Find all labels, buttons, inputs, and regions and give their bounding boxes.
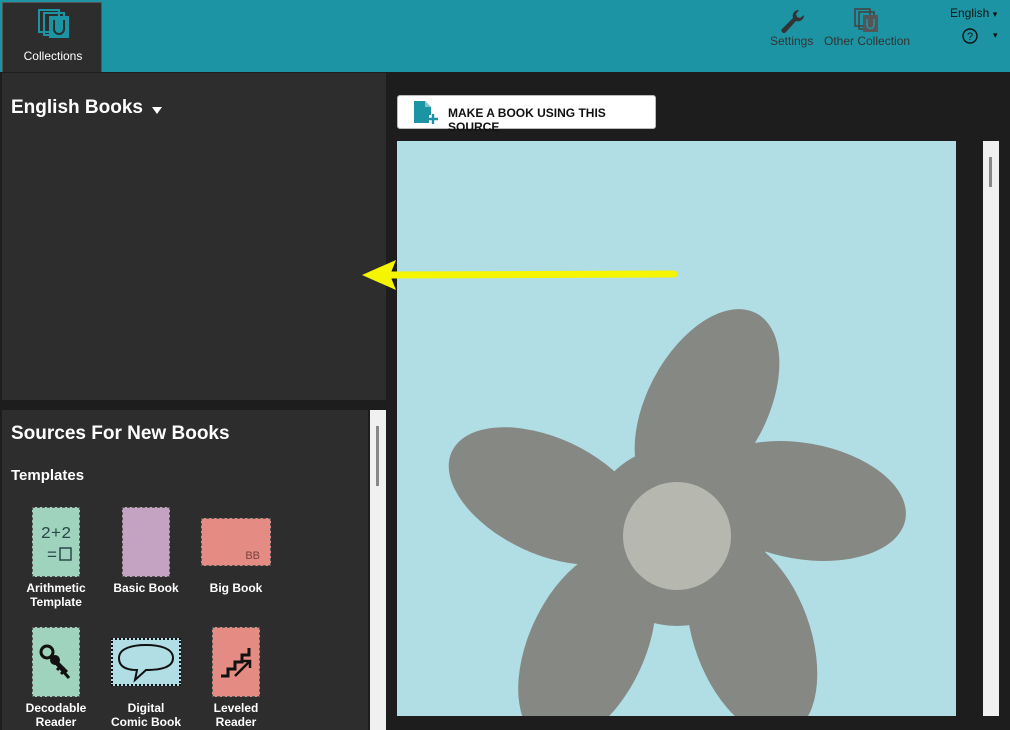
- collection-pane: English Books: [2, 73, 386, 400]
- template-label: Leveled Reader: [191, 701, 281, 729]
- help-chevron-down-icon[interactable]: ▾: [993, 30, 998, 41]
- template-label-line2: Reader: [215, 715, 257, 729]
- scrollbar-thumb[interactable]: [989, 157, 992, 187]
- svg-text:2+2: 2+2: [41, 525, 72, 544]
- tab-collections-label: Collections: [23, 49, 83, 63]
- language-selector[interactable]: English ▾: [950, 6, 997, 20]
- template-label: Basic Book: [101, 581, 191, 595]
- template-big-book[interactable]: BB Big Book: [191, 507, 281, 595]
- template-arithmetic[interactable]: 2+2 = Arithmetic Template: [11, 507, 101, 609]
- flower-image: [448, 309, 906, 716]
- templates-heading: Templates: [11, 467, 85, 484]
- chevron-down-icon: ▾: [992, 9, 998, 19]
- template-label: Arithmetic Template: [11, 581, 101, 609]
- tab-collections[interactable]: Collections: [2, 2, 102, 72]
- template-thumbnail: [32, 627, 80, 697]
- wrench-icon: [781, 9, 804, 33]
- stairs-icon: [221, 648, 252, 678]
- template-label-line1: Big Book: [209, 581, 263, 595]
- template-label-line1: Arithmetic: [26, 581, 86, 595]
- scrollbar-thumb[interactable]: [376, 426, 379, 486]
- template-decodable-reader[interactable]: Decodable Reader: [11, 627, 101, 729]
- template-label: Decodable Reader: [11, 701, 101, 729]
- template-label-line1: Digital: [127, 701, 165, 715]
- pane-splitter[interactable]: [2, 400, 388, 410]
- template-thumbnail: 2+2 =: [32, 507, 80, 577]
- svg-text:=: =: [47, 547, 57, 566]
- template-basic-book[interactable]: Basic Book: [101, 507, 191, 595]
- collections-icon: [38, 9, 69, 38]
- template-label-line2: Reader: [35, 715, 77, 729]
- settings-button[interactable]: Settings: [770, 8, 813, 48]
- template-thumbnail: BB: [201, 518, 271, 566]
- template-digital-comic-book[interactable]: Digital Comic Book: [101, 627, 191, 729]
- annotation-arrow: [362, 260, 678, 290]
- svg-text:?: ?: [967, 31, 973, 43]
- template-label: Big Book: [191, 581, 281, 595]
- template-thumb-text: BB: [245, 550, 260, 562]
- template-thumbnail: [212, 627, 260, 697]
- make-book-button-label: MAKE A BOOK USING THIS SOURCE: [448, 106, 606, 134]
- template-thumbnail: [122, 507, 170, 577]
- top-toolbar: Collections Settings Other Collection En…: [0, 0, 1010, 72]
- collection-title[interactable]: English Books: [11, 97, 143, 119]
- template-leveled-reader[interactable]: Leveled Reader: [191, 627, 281, 729]
- new-book-icon: [414, 101, 438, 124]
- language-label: English: [950, 6, 990, 20]
- preview-scrollbar[interactable]: [983, 141, 999, 716]
- template-label-line1: Basic Book: [113, 581, 179, 595]
- template-label-line2: Template: [30, 595, 82, 609]
- keys-icon: [39, 644, 71, 679]
- sources-title: Sources For New Books: [11, 423, 230, 444]
- chevron-down-icon[interactable]: [152, 107, 162, 114]
- other-collection-icon: [854, 8, 879, 32]
- template-label-line2: Comic Book: [110, 715, 181, 729]
- speech-bubble-icon: [117, 643, 175, 683]
- sources-scrollbar[interactable]: [370, 410, 386, 730]
- template-label-line1: Decodable: [25, 701, 87, 715]
- template-thumbnail: [111, 638, 181, 686]
- settings-label: Settings: [770, 34, 814, 48]
- other-collection-button[interactable]: Other Collection: [824, 8, 910, 48]
- help-icon[interactable]: ?: [962, 28, 978, 44]
- template-label-line1: Leveled: [213, 701, 259, 715]
- make-book-button[interactable]: MAKE A BOOK USING THIS SOURCE: [397, 95, 656, 134]
- sources-pane: Sources For New Books Templates 2+2 = Ar…: [2, 410, 368, 730]
- template-label: Digital Comic Book: [101, 701, 191, 729]
- book-page-preview: [397, 141, 956, 716]
- preview-pane: MAKE A BOOK USING THIS SOURCE: [388, 73, 1010, 730]
- arithmetic-icon: 2+2 =: [41, 525, 72, 566]
- other-collection-label: Other Collection: [824, 34, 911, 48]
